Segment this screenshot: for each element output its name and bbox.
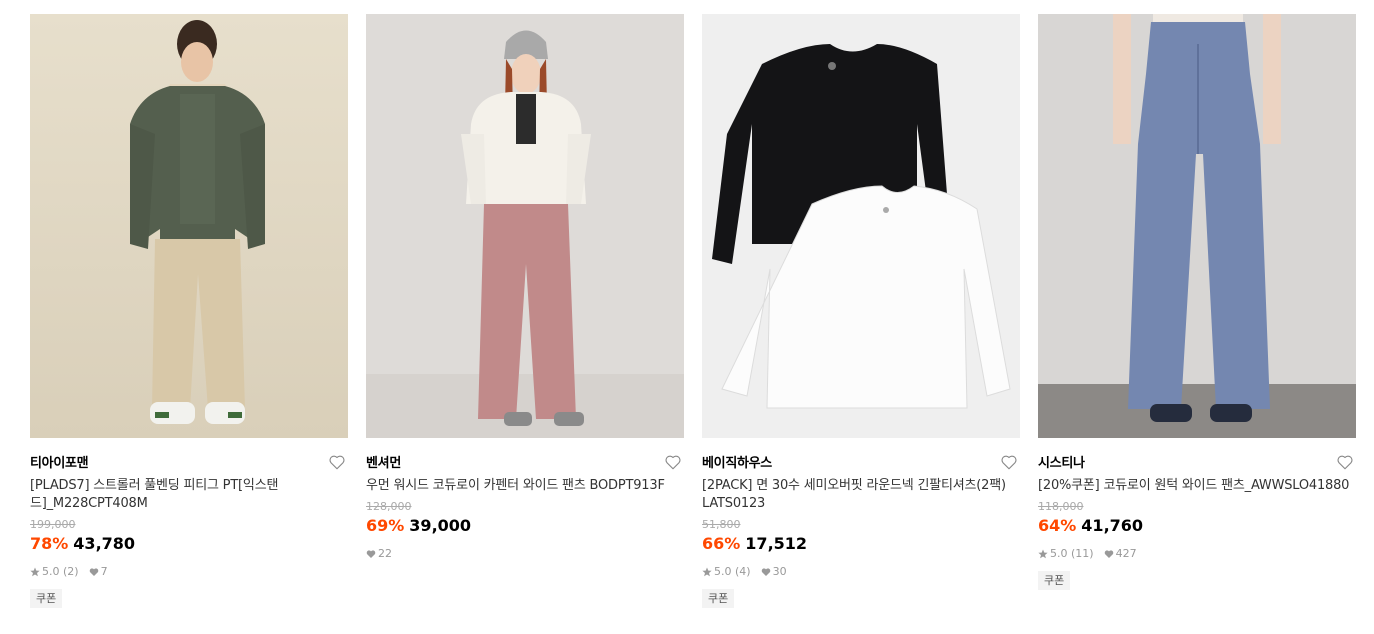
sale-price: 41,760	[1081, 516, 1144, 535]
product-name[interactable]: [PLADS7] 스트롤러 풀벤딩 피티그 PT[익스탠드]_M228CPT40…	[30, 477, 348, 513]
product-name[interactable]: 우먼 워시드 코듀로이 카펜터 와이드 팬츠 BODPT913F	[366, 477, 684, 495]
coupon-badge: 쿠폰	[30, 589, 63, 608]
discount-rate: 66%	[702, 534, 741, 553]
review-meta: 22	[366, 547, 684, 561]
product-name[interactable]: [20%쿠폰] 코듀로이 원턱 와이드 팬츠_AWWSLO41880	[1038, 477, 1356, 495]
product-card[interactable]: 베이직하우스 [2PACK] 면 30수 세미오버핏 라운드넥 긴팔티셔츠(2팩…	[702, 14, 1020, 608]
product-image[interactable]	[30, 14, 348, 438]
rating: 5.0 (4)	[714, 565, 751, 578]
like-count: 7	[100, 565, 108, 578]
discount-rate: 69%	[366, 516, 405, 535]
product-card[interactable]: 시스티나 [20%쿠폰] 코듀로이 원턱 와이드 팬츠_AWWSLO41880 …	[1038, 14, 1356, 590]
original-price: 51,800	[702, 518, 741, 531]
original-price: 128,000	[366, 500, 412, 513]
heart-outline-icon[interactable]	[664, 453, 682, 471]
original-price: 118,000	[1038, 500, 1084, 513]
discount-rate: 64%	[1038, 516, 1077, 535]
rating: 5.0 (2)	[42, 565, 79, 578]
product-image[interactable]	[702, 14, 1020, 438]
heart-filled-icon	[89, 567, 99, 577]
coupon-badge: 쿠폰	[1038, 571, 1071, 590]
review-meta: 5.0 (11) 427	[1038, 547, 1356, 561]
heart-filled-icon	[366, 549, 376, 559]
brand-name[interactable]: 시스티나	[1038, 456, 1085, 471]
brand-name[interactable]: 베이직하우스	[702, 456, 772, 471]
brand-name[interactable]: 티아이포맨	[30, 456, 89, 471]
heart-outline-icon[interactable]	[1000, 453, 1018, 471]
product-grid: 티아이포맨 [PLADS7] 스트롤러 풀벤딩 피티그 PT[익스탠드]_M22…	[0, 0, 1374, 634]
star-icon	[1038, 549, 1048, 559]
product-card[interactable]: 티아이포맨 [PLADS7] 스트롤러 풀벤딩 피티그 PT[익스탠드]_M22…	[30, 14, 348, 608]
review-meta: 5.0 (2) 7	[30, 565, 348, 579]
sale-price: 39,000	[409, 516, 472, 535]
product-image[interactable]	[1038, 14, 1356, 438]
like-count: 427	[1115, 547, 1137, 560]
heart-filled-icon	[761, 567, 771, 577]
heart-outline-icon[interactable]	[1336, 453, 1354, 471]
brand-name[interactable]: 벤셔먼	[366, 456, 401, 471]
review-meta: 5.0 (4) 30	[702, 565, 1020, 579]
product-card[interactable]: 벤셔먼 우먼 워시드 코듀로이 카펜터 와이드 팬츠 BODPT913F 128…	[366, 14, 684, 561]
product-image[interactable]	[366, 14, 684, 438]
star-icon	[702, 567, 712, 577]
discount-rate: 78%	[30, 534, 69, 553]
like-count: 22	[378, 547, 392, 560]
rating: 5.0 (11)	[1050, 547, 1094, 560]
heart-outline-icon[interactable]	[328, 453, 346, 471]
sale-price: 17,512	[745, 534, 808, 553]
coupon-badge: 쿠폰	[702, 589, 735, 608]
star-icon	[30, 567, 40, 577]
heart-filled-icon	[1104, 549, 1114, 559]
like-count: 30	[772, 565, 787, 578]
product-name[interactable]: [2PACK] 면 30수 세미오버핏 라운드넥 긴팔티셔츠(2팩) LATS0…	[702, 477, 1020, 513]
sale-price: 43,780	[73, 534, 136, 553]
original-price: 199,000	[30, 518, 76, 531]
